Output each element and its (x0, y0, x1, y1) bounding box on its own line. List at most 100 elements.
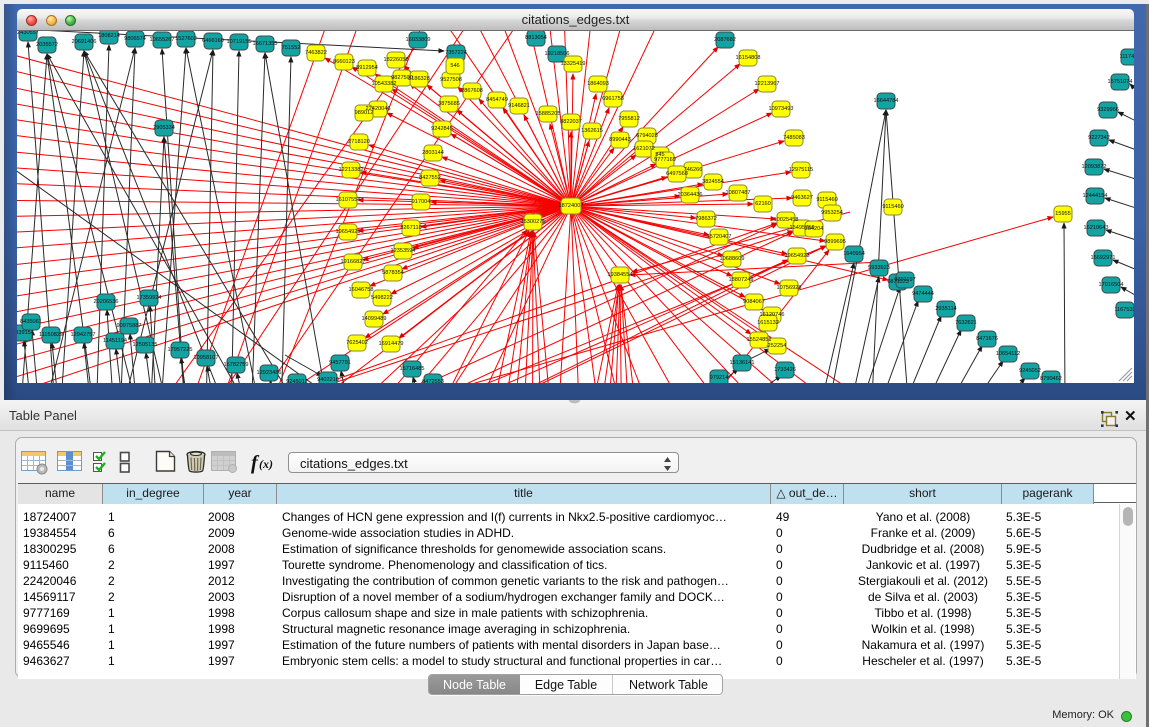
svg-text:252254: 252254 (768, 343, 787, 349)
svg-text:90975887: 90975887 (117, 323, 142, 329)
svg-text:62160: 62160 (755, 201, 771, 207)
svg-text:8454749: 8454749 (486, 97, 508, 103)
svg-text:10756928: 10756928 (777, 285, 802, 291)
svg-text:9474444: 9474444 (912, 291, 934, 297)
svg-text:3875685: 3875685 (438, 101, 460, 107)
svg-text:19384554: 19384554 (608, 272, 633, 278)
svg-text:13325419: 13325419 (561, 61, 586, 67)
svg-text:8790462: 8790462 (1040, 376, 1062, 382)
svg-text:9245052: 9245052 (1019, 368, 1041, 374)
svg-text:9402216: 9402216 (317, 377, 339, 383)
svg-text:9777169: 9777169 (654, 157, 676, 163)
svg-text:10655267: 10655267 (150, 37, 175, 43)
svg-text:11150829: 11150829 (39, 332, 63, 338)
svg-text:12353594: 12353594 (391, 248, 416, 254)
svg-text:16671355: 16671355 (253, 41, 278, 47)
svg-text:12213382: 12213382 (339, 167, 364, 173)
svg-text:10719155: 10719155 (227, 39, 252, 45)
svg-text:10654112: 10654112 (996, 351, 1020, 357)
svg-text:2803144: 2803144 (422, 150, 444, 156)
svg-text:964204: 964204 (805, 226, 824, 232)
svg-text:751552: 751552 (282, 45, 301, 51)
svg-text:15885205: 15885205 (536, 111, 561, 117)
svg-text:8471676: 8471676 (976, 336, 998, 342)
svg-text:19654923: 19654923 (785, 253, 810, 259)
svg-text:2935114: 2935114 (935, 306, 956, 312)
svg-text:546: 546 (450, 63, 459, 69)
svg-text:1167533: 1167533 (1114, 307, 1134, 313)
svg-text:19218506: 19218506 (545, 51, 570, 57)
svg-text:1615132: 1615132 (757, 320, 779, 326)
svg-text:19166827: 19166827 (341, 259, 366, 265)
svg-text:9329966: 9329966 (1097, 107, 1119, 113)
svg-text:2430557: 2430557 (17, 31, 39, 36)
svg-text:12942757: 12942757 (71, 332, 96, 338)
svg-text:917004: 917004 (412, 199, 431, 205)
svg-text:10543382: 10543382 (372, 81, 397, 87)
svg-text:7463822: 7463822 (305, 50, 327, 56)
svg-text:10025458: 10025458 (774, 217, 799, 223)
svg-text:1117405: 1117405 (1120, 54, 1134, 60)
svg-text:11451194: 11451194 (103, 338, 127, 344)
svg-text:6466160: 6466160 (202, 38, 224, 44)
svg-text:5933923: 5933923 (868, 265, 890, 271)
svg-text:7357224: 7357224 (445, 50, 467, 56)
svg-text:12923486: 12923486 (257, 370, 282, 376)
svg-text:20691406: 20691406 (72, 39, 97, 45)
svg-text:1733426: 1733426 (774, 367, 796, 373)
svg-text:7625402: 7625402 (346, 340, 368, 346)
svg-text:9463627: 9463627 (791, 195, 813, 201)
svg-text:8427552: 8427552 (419, 175, 441, 181)
svg-text:1864093: 1864093 (587, 81, 609, 87)
svg-text:16120746: 16120746 (760, 312, 785, 318)
svg-text:9953254: 9953254 (821, 210, 843, 216)
svg-text:16046758: 16046758 (349, 287, 374, 293)
svg-text:8660123: 8660123 (333, 59, 355, 65)
svg-text:1808214: 1808214 (98, 33, 120, 39)
svg-text:20206536: 20206536 (94, 299, 119, 305)
svg-text:16782759: 16782759 (224, 362, 249, 368)
svg-text:12505135: 12505135 (133, 342, 158, 348)
svg-text:9391197: 9391197 (894, 277, 915, 283)
svg-text:9115460: 9115460 (882, 204, 903, 210)
svg-text:16914479: 16914479 (379, 341, 404, 347)
svg-text:17359924: 17359924 (137, 295, 162, 301)
svg-text:16210643: 16210643 (1084, 225, 1109, 231)
svg-text:7632621: 7632621 (955, 320, 977, 326)
svg-text:10973493: 10973493 (769, 106, 794, 112)
svg-text:8186328: 8186328 (408, 76, 430, 82)
svg-text:10958107: 10958107 (194, 355, 219, 361)
svg-text:9242845: 9242845 (431, 126, 453, 132)
svg-text:12093872: 12093872 (1082, 164, 1107, 170)
svg-text:6794028: 6794028 (636, 133, 658, 139)
svg-text:8990443: 8990443 (609, 137, 631, 143)
svg-text:16154808: 16154808 (736, 55, 761, 61)
svg-text:12444154: 12444154 (1083, 193, 1108, 199)
svg-text:17957225: 17957225 (168, 347, 193, 353)
svg-text:1621072: 1621072 (633, 146, 655, 152)
svg-text:3824554: 3824554 (702, 179, 724, 185)
svg-text:19654925: 19654925 (336, 229, 361, 235)
svg-text:9527508: 9527508 (440, 77, 462, 83)
svg-text:2905334: 2905334 (153, 125, 175, 131)
svg-text:20364436: 20364436 (678, 192, 703, 198)
svg-text:18724007: 18724007 (559, 203, 584, 209)
svg-text:6497568: 6497568 (666, 171, 688, 177)
svg-text:9457791: 9457791 (329, 360, 351, 366)
svg-text:10807487: 10807487 (726, 190, 751, 196)
svg-text:14099489: 14099489 (362, 316, 387, 322)
svg-text:7955812: 7955812 (618, 116, 640, 122)
svg-text:10688609: 10688609 (720, 256, 745, 262)
svg-text:18807249: 18807249 (729, 277, 754, 283)
svg-text:2718120: 2718120 (348, 139, 370, 145)
svg-text:8813054: 8813054 (525, 35, 547, 41)
svg-text:17016504: 17016504 (1099, 282, 1124, 288)
svg-text:16033809: 16033809 (406, 37, 431, 43)
svg-text:15720407: 15720407 (707, 234, 732, 240)
svg-text:9084067: 9084067 (743, 299, 765, 305)
svg-text:18226058: 18226058 (384, 57, 409, 63)
svg-text:15692971: 15692971 (1091, 255, 1116, 261)
svg-text:9806574: 9806574 (124, 36, 146, 42)
svg-text:15300275: 15300275 (521, 219, 546, 225)
svg-text:7485083: 7485083 (783, 135, 805, 141)
